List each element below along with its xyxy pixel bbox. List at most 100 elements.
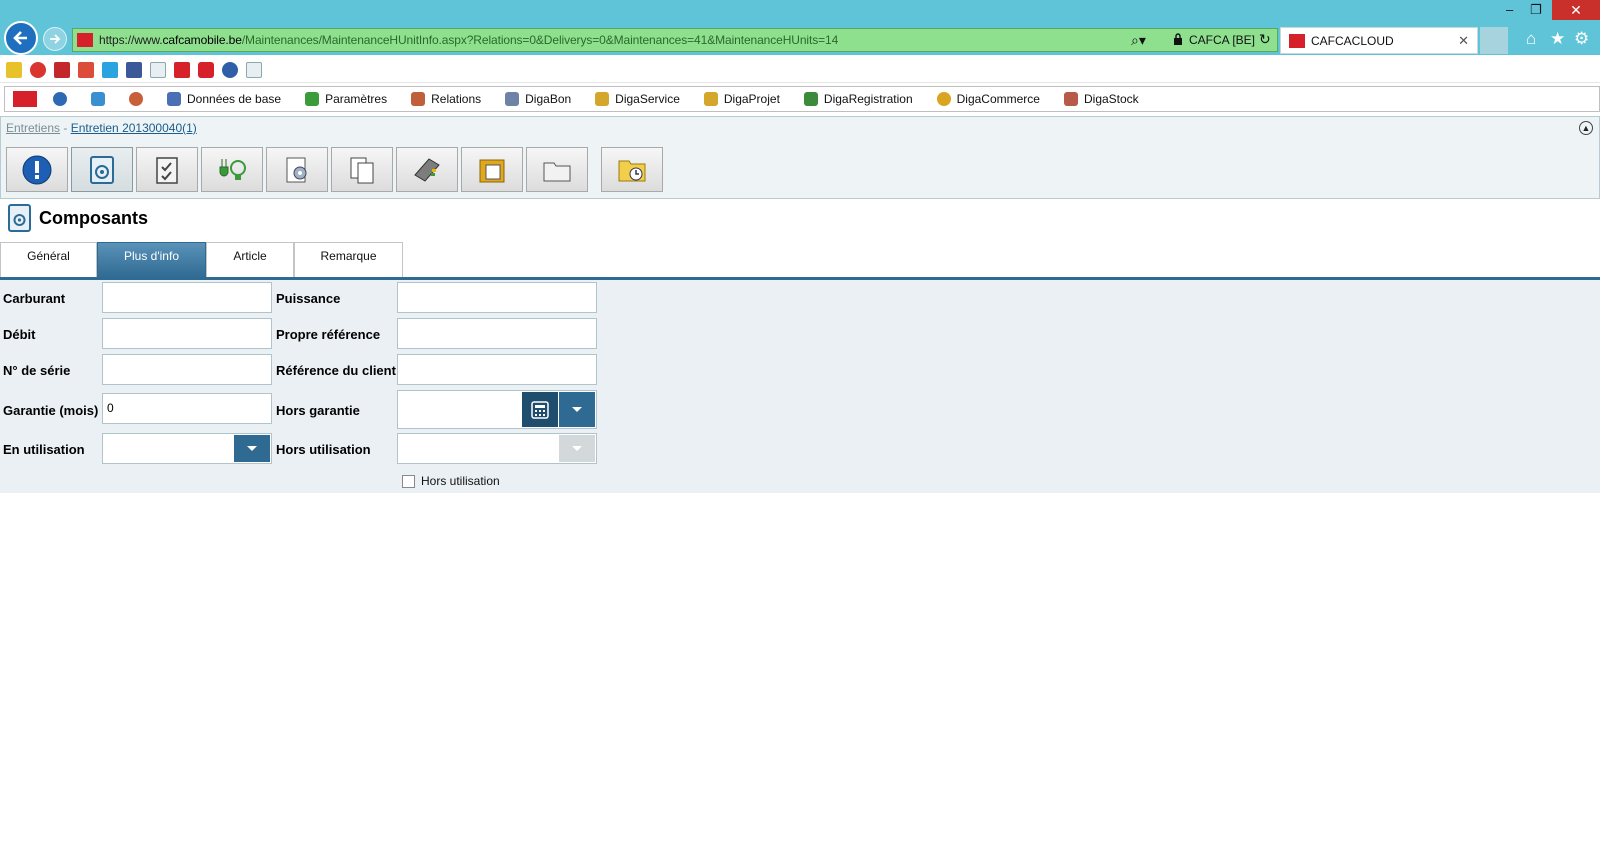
chevron-down-icon bbox=[572, 446, 582, 451]
ie-page-icon[interactable] bbox=[150, 62, 166, 78]
puissance-field[interactable] bbox=[397, 282, 597, 313]
menu-item-label: DigaService bbox=[615, 92, 680, 106]
collapse-up-icon[interactable]: ▲ bbox=[1579, 121, 1593, 135]
twitter-icon[interactable] bbox=[102, 62, 118, 78]
menu-item-digaregistration[interactable]: DigaRegistration bbox=[803, 92, 913, 106]
folder-icon bbox=[543, 162, 571, 181]
address-bar[interactable]: https://www.cafcamobile.be/Maintenances/… bbox=[72, 28, 1278, 52]
minimize-button[interactable]: – bbox=[1506, 2, 1513, 17]
en-utilisation-dropdown-button[interactable] bbox=[234, 435, 270, 462]
config-document-button[interactable] bbox=[266, 147, 328, 192]
hors-utilisation-dropdown-button[interactable] bbox=[559, 435, 595, 462]
hors-utilisation-label: Hors utilisation bbox=[276, 442, 371, 457]
sync-icon[interactable] bbox=[91, 92, 105, 106]
garantie-field[interactable]: 0 bbox=[102, 393, 272, 424]
menu-item-digacommerce[interactable]: DigaCommerce bbox=[936, 92, 1040, 106]
hors-utilisation-checkbox[interactable] bbox=[402, 474, 415, 488]
tab-remarque[interactable]: Remarque bbox=[294, 242, 403, 278]
calculator-icon bbox=[531, 400, 549, 419]
registration-icon bbox=[803, 92, 818, 106]
menu-item-label: DigaRegistration bbox=[823, 92, 913, 106]
favorites-star-icon[interactable] bbox=[6, 62, 22, 78]
hors-garantie-date-field[interactable] bbox=[397, 390, 597, 429]
reference-client-label: Référence du client bbox=[276, 363, 396, 378]
browser-tab[interactable]: CAFCACLOUD ✕ bbox=[1280, 27, 1478, 54]
menu-item-digabon[interactable]: DigaBon bbox=[505, 92, 571, 106]
arrow-left-icon bbox=[13, 31, 27, 45]
reference-client-field[interactable] bbox=[397, 354, 597, 385]
copy-document-button[interactable] bbox=[331, 147, 393, 192]
info-form: Carburant Puissance Débit Propre référen… bbox=[0, 280, 1600, 493]
puissance-label: Puissance bbox=[276, 291, 341, 306]
breadcrumb-current-link[interactable]: Entretien 201300040(1) bbox=[71, 121, 197, 135]
commerce-icon bbox=[936, 92, 951, 106]
menu-item-parametres[interactable]: Paramètres bbox=[305, 92, 387, 106]
search-dropdown-icon[interactable]: ⌕▾ bbox=[1131, 32, 1146, 49]
new-tab-button[interactable] bbox=[1480, 27, 1508, 54]
tab-close-icon[interactable]: ✕ bbox=[1458, 33, 1469, 49]
forward-button[interactable] bbox=[43, 27, 67, 51]
numero-serie-label: N° de série bbox=[3, 363, 71, 378]
folder-document-button[interactable] bbox=[461, 147, 523, 192]
menu-item-digastock[interactable]: DigaStock bbox=[1063, 92, 1139, 106]
hors-garantie-dropdown-button[interactable] bbox=[559, 392, 595, 427]
hors-garantie-label: Hors garantie bbox=[276, 403, 360, 418]
cafca-icon[interactable] bbox=[54, 62, 70, 78]
menu-item-digaprojet[interactable]: DigaProjet bbox=[703, 92, 780, 106]
checklist-button[interactable] bbox=[136, 147, 198, 192]
folder-button[interactable] bbox=[526, 147, 588, 192]
google-plus-icon[interactable] bbox=[78, 62, 94, 78]
cafca-logo[interactable] bbox=[13, 91, 37, 107]
menu-item-label: DigaStock bbox=[1083, 92, 1139, 106]
tab-plus-info[interactable]: Plus d'info bbox=[97, 242, 206, 278]
config-document-icon bbox=[286, 157, 307, 182]
menu-item-relations[interactable]: Relations bbox=[411, 92, 481, 106]
menu-item-donnees-de-base[interactable]: Données de base bbox=[167, 92, 281, 106]
menu-item-label: Données de base bbox=[187, 92, 282, 106]
numero-serie-field[interactable] bbox=[102, 354, 272, 385]
refresh-icon[interactable]: ↻ bbox=[1259, 31, 1271, 48]
tab-article[interactable]: Article bbox=[206, 242, 294, 278]
tab-general[interactable]: Général bbox=[0, 242, 97, 278]
notebook-button[interactable] bbox=[396, 147, 458, 192]
carburant-field[interactable] bbox=[102, 282, 272, 313]
breadcrumb-root-link[interactable]: Entretiens bbox=[6, 121, 60, 135]
component-button[interactable] bbox=[71, 147, 133, 192]
debit-field[interactable] bbox=[102, 318, 272, 349]
lock-icon bbox=[1174, 33, 1182, 45]
cafca-c-icon[interactable] bbox=[198, 62, 214, 78]
star-icon[interactable]: ★ bbox=[1550, 29, 1565, 49]
stock-icon bbox=[1063, 92, 1078, 106]
en-utilisation-select[interactable] bbox=[102, 433, 272, 464]
globe-menu-icon[interactable] bbox=[53, 92, 67, 106]
facebook-icon[interactable] bbox=[126, 62, 142, 78]
breadcrumb-separator: - bbox=[60, 121, 71, 135]
menu-item-label: DigaBon bbox=[525, 92, 572, 106]
arrow-right-icon bbox=[50, 34, 61, 44]
home-icon[interactable]: ⌂ bbox=[1526, 29, 1536, 49]
toolbar-panel: Entretiens - Entretien 201300040(1) ▲ bbox=[0, 116, 1600, 199]
tab-strip: Général Plus d'info Article Remarque bbox=[0, 242, 403, 278]
ie-blank-icon[interactable] bbox=[246, 62, 262, 78]
address-url[interactable]: https://www.cafcamobile.be/Maintenances/… bbox=[99, 33, 838, 47]
folder-clock-button[interactable] bbox=[601, 147, 663, 192]
breadcrumb: Entretiens - Entretien 201300040(1) bbox=[6, 121, 197, 135]
propre-reference-field[interactable] bbox=[397, 318, 597, 349]
cafca-red-icon[interactable] bbox=[174, 62, 190, 78]
chevron-down-icon bbox=[247, 446, 257, 451]
ie-icon[interactable] bbox=[30, 62, 46, 78]
calendar-button[interactable] bbox=[522, 392, 558, 427]
carburant-label: Carburant bbox=[3, 291, 66, 306]
info-button[interactable] bbox=[6, 147, 68, 192]
gear-icon[interactable]: ⚙ bbox=[1574, 29, 1589, 49]
folder-document-icon bbox=[479, 159, 505, 182]
site-identity[interactable]: CAFCA [BE] bbox=[1189, 33, 1255, 47]
restore-button[interactable]: ❐ bbox=[1530, 2, 1542, 18]
hors-utilisation-select[interactable] bbox=[397, 433, 597, 464]
window-close-button[interactable]: ✕ bbox=[1552, 0, 1600, 20]
user-icon[interactable] bbox=[129, 92, 143, 106]
plug-bulb-button[interactable] bbox=[201, 147, 263, 192]
back-button[interactable] bbox=[4, 21, 38, 55]
globe-icon[interactable] bbox=[222, 62, 238, 78]
menu-item-digaservice[interactable]: DigaService bbox=[595, 92, 680, 106]
